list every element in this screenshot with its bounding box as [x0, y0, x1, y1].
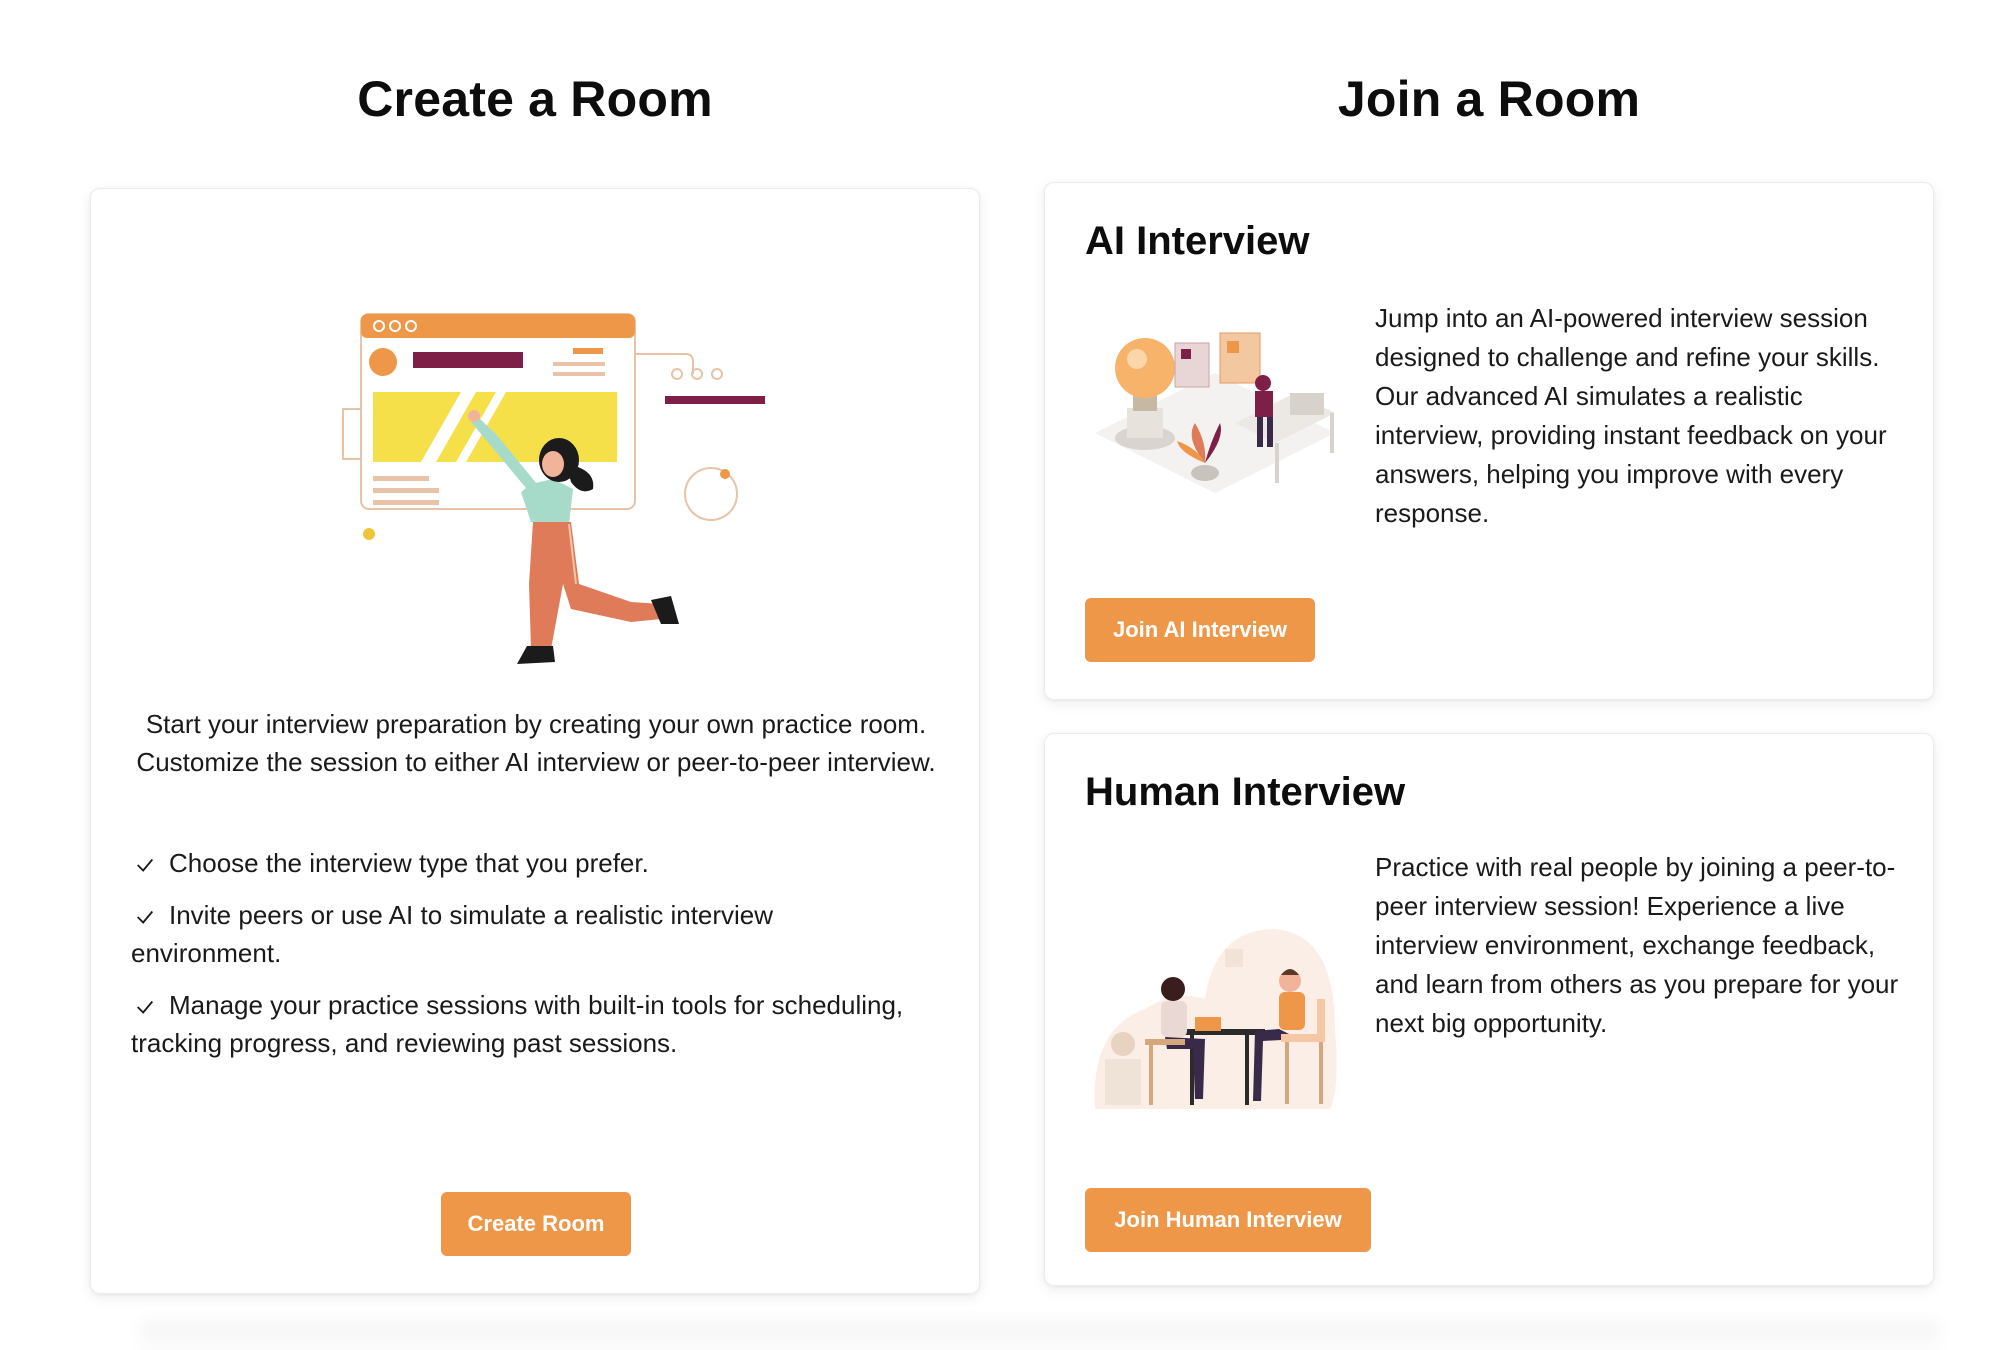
checklist-item: Choose the interview type that you prefe… [131, 844, 921, 882]
join-room-title: Join a Room [1337, 71, 1641, 127]
checklist-item-text: Invite peers or use AI to simulate a rea… [131, 900, 774, 968]
ai-interview-heading: AI Interview [1085, 219, 1310, 263]
room-page: Create a Room Join a Room Start your int… [0, 0, 2016, 1350]
checklist-item-text: Choose the interview type that you prefe… [169, 848, 649, 878]
join-human-interview-button[interactable]: Join Human Interview [1085, 1188, 1371, 1252]
ai-interview-card: AI Interview Jump into an AI-powered int… [1044, 182, 1934, 700]
ai-interview-description: Jump into an AI-powered interview sessio… [1375, 303, 1887, 528]
check-icon [137, 859, 154, 872]
create-room-button[interactable]: Create Room [441, 1192, 631, 1256]
checklist-item: Invite peers or use AI to simulate a rea… [131, 896, 921, 972]
ai-interview-illustration [1095, 332, 1335, 493]
bottom-shadow [140, 1320, 1940, 1350]
create-room-description: Start your interview preparation by crea… [136, 709, 936, 777]
create-room-card: Start your interview preparation by crea… [90, 188, 980, 1294]
check-icon [137, 911, 154, 924]
human-interview-illustration [1094, 929, 1337, 1109]
human-interview-card: Human Interview Practice with real peopl… [1044, 733, 1934, 1286]
human-interview-heading: Human Interview [1085, 770, 1406, 814]
check-icon [137, 1001, 154, 1014]
join-ai-interview-button[interactable]: Join AI Interview [1085, 598, 1315, 662]
create-room-title: Create a Room [357, 71, 713, 127]
checklist-item-text: Manage your practice sessions with built… [131, 990, 904, 1058]
checklist-item: Manage your practice sessions with built… [131, 986, 921, 1062]
create-room-checklist: Choose the interview type that you prefe… [131, 844, 921, 1076]
create-room-illustration [342, 313, 765, 664]
human-interview-description: Practice with real people by joining a p… [1375, 852, 1899, 1038]
